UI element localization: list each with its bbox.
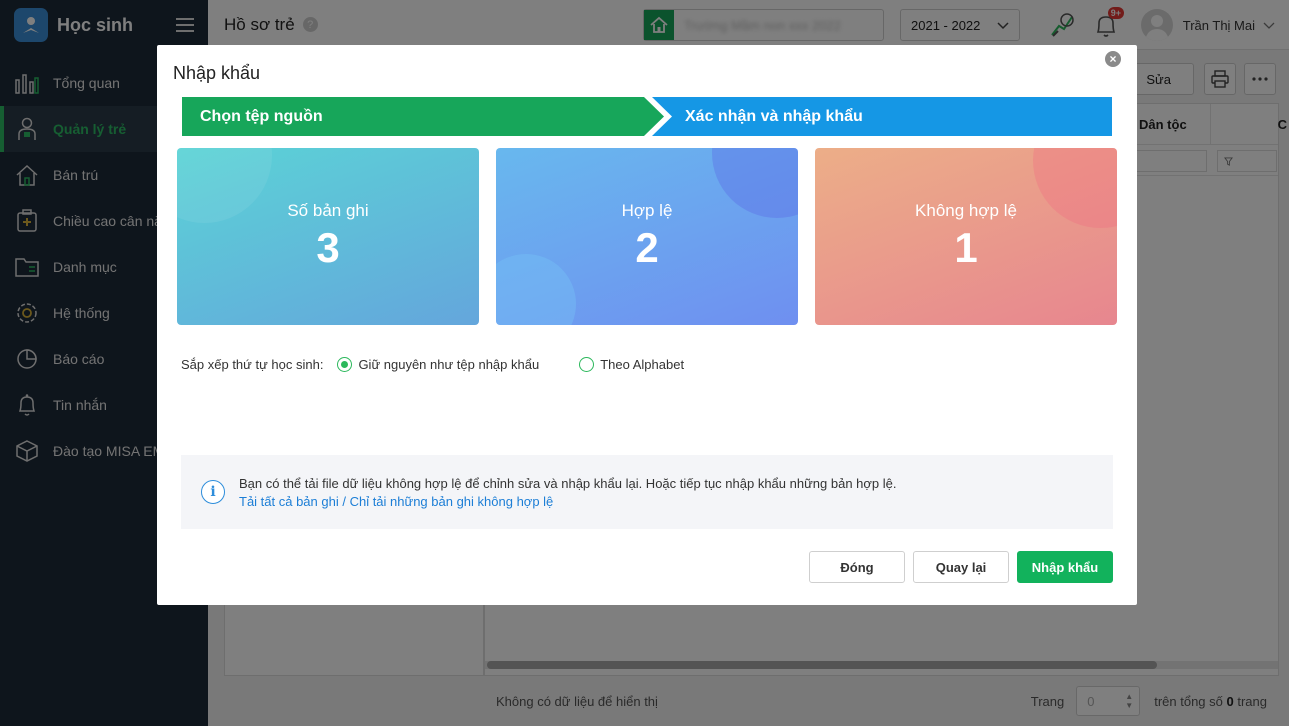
download-links: Tải tất cả bản ghi / Chỉ tải những bản g… (239, 494, 553, 509)
import-button[interactable]: Nhập khẩu (1017, 551, 1113, 583)
download-invalid-link[interactable]: Chỉ tải những bản ghi không hợp lệ (350, 494, 554, 509)
card-value: 1 (954, 224, 978, 271)
info-message: Bạn có thể tải file dữ liệu không hợp lệ… (239, 476, 897, 491)
info-box: i Bạn có thể tải file dữ liệu không hợp … (181, 455, 1113, 529)
sort-option-keep-order[interactable]: Giữ nguyên như tệp nhập khẩu (337, 357, 539, 372)
sort-label: Sắp xếp thứ tự học sinh: (181, 357, 324, 372)
summary-cards: Số bản ghi 3 Hợp lệ 2 Không hợp lệ 1 (177, 148, 1117, 325)
card-label: Số bản ghi (287, 201, 369, 220)
back-button[interactable]: Quay lại (913, 551, 1009, 583)
download-all-link[interactable]: Tải tất cả bản ghi (239, 494, 339, 509)
sort-option-alphabet[interactable]: Theo Alphabet (579, 357, 684, 372)
invalid-records-card: Không hợp lệ 1 (815, 148, 1117, 325)
card-label: Hợp lệ (621, 201, 673, 220)
dialog-title: Nhập khẩu (173, 63, 261, 83)
sort-option-label: Giữ nguyên như tệp nhập khẩu (358, 357, 540, 372)
close-icon[interactable]: × (1105, 51, 1121, 67)
link-separator: / (338, 494, 350, 509)
sort-order-row: Sắp xếp thứ tự học sinh: Giữ nguyên như … (181, 357, 684, 372)
valid-records-card: Hợp lệ 2 (496, 148, 798, 325)
import-dialog: Nhập khẩu × Chọn tệp nguồn Xác nhận và n… (157, 45, 1137, 605)
close-button[interactable]: Đóng (809, 551, 905, 583)
card-value: 3 (316, 224, 340, 271)
total-records-card: Số bản ghi 3 (177, 148, 479, 325)
import-steps: Chọn tệp nguồn Xác nhận và nhập khẩu (182, 97, 1112, 136)
radio-selected-icon[interactable] (337, 357, 353, 372)
radio-unselected-icon[interactable] (579, 357, 595, 372)
info-icon: i (201, 480, 225, 504)
sort-option-label: Theo Alphabet (600, 357, 685, 372)
card-value: 2 (635, 224, 659, 271)
card-label: Không hợp lệ (915, 201, 1017, 220)
step-confirm-import: Xác nhận và nhập khẩu (685, 107, 863, 125)
step-select-source: Chọn tệp nguồn (200, 107, 323, 125)
